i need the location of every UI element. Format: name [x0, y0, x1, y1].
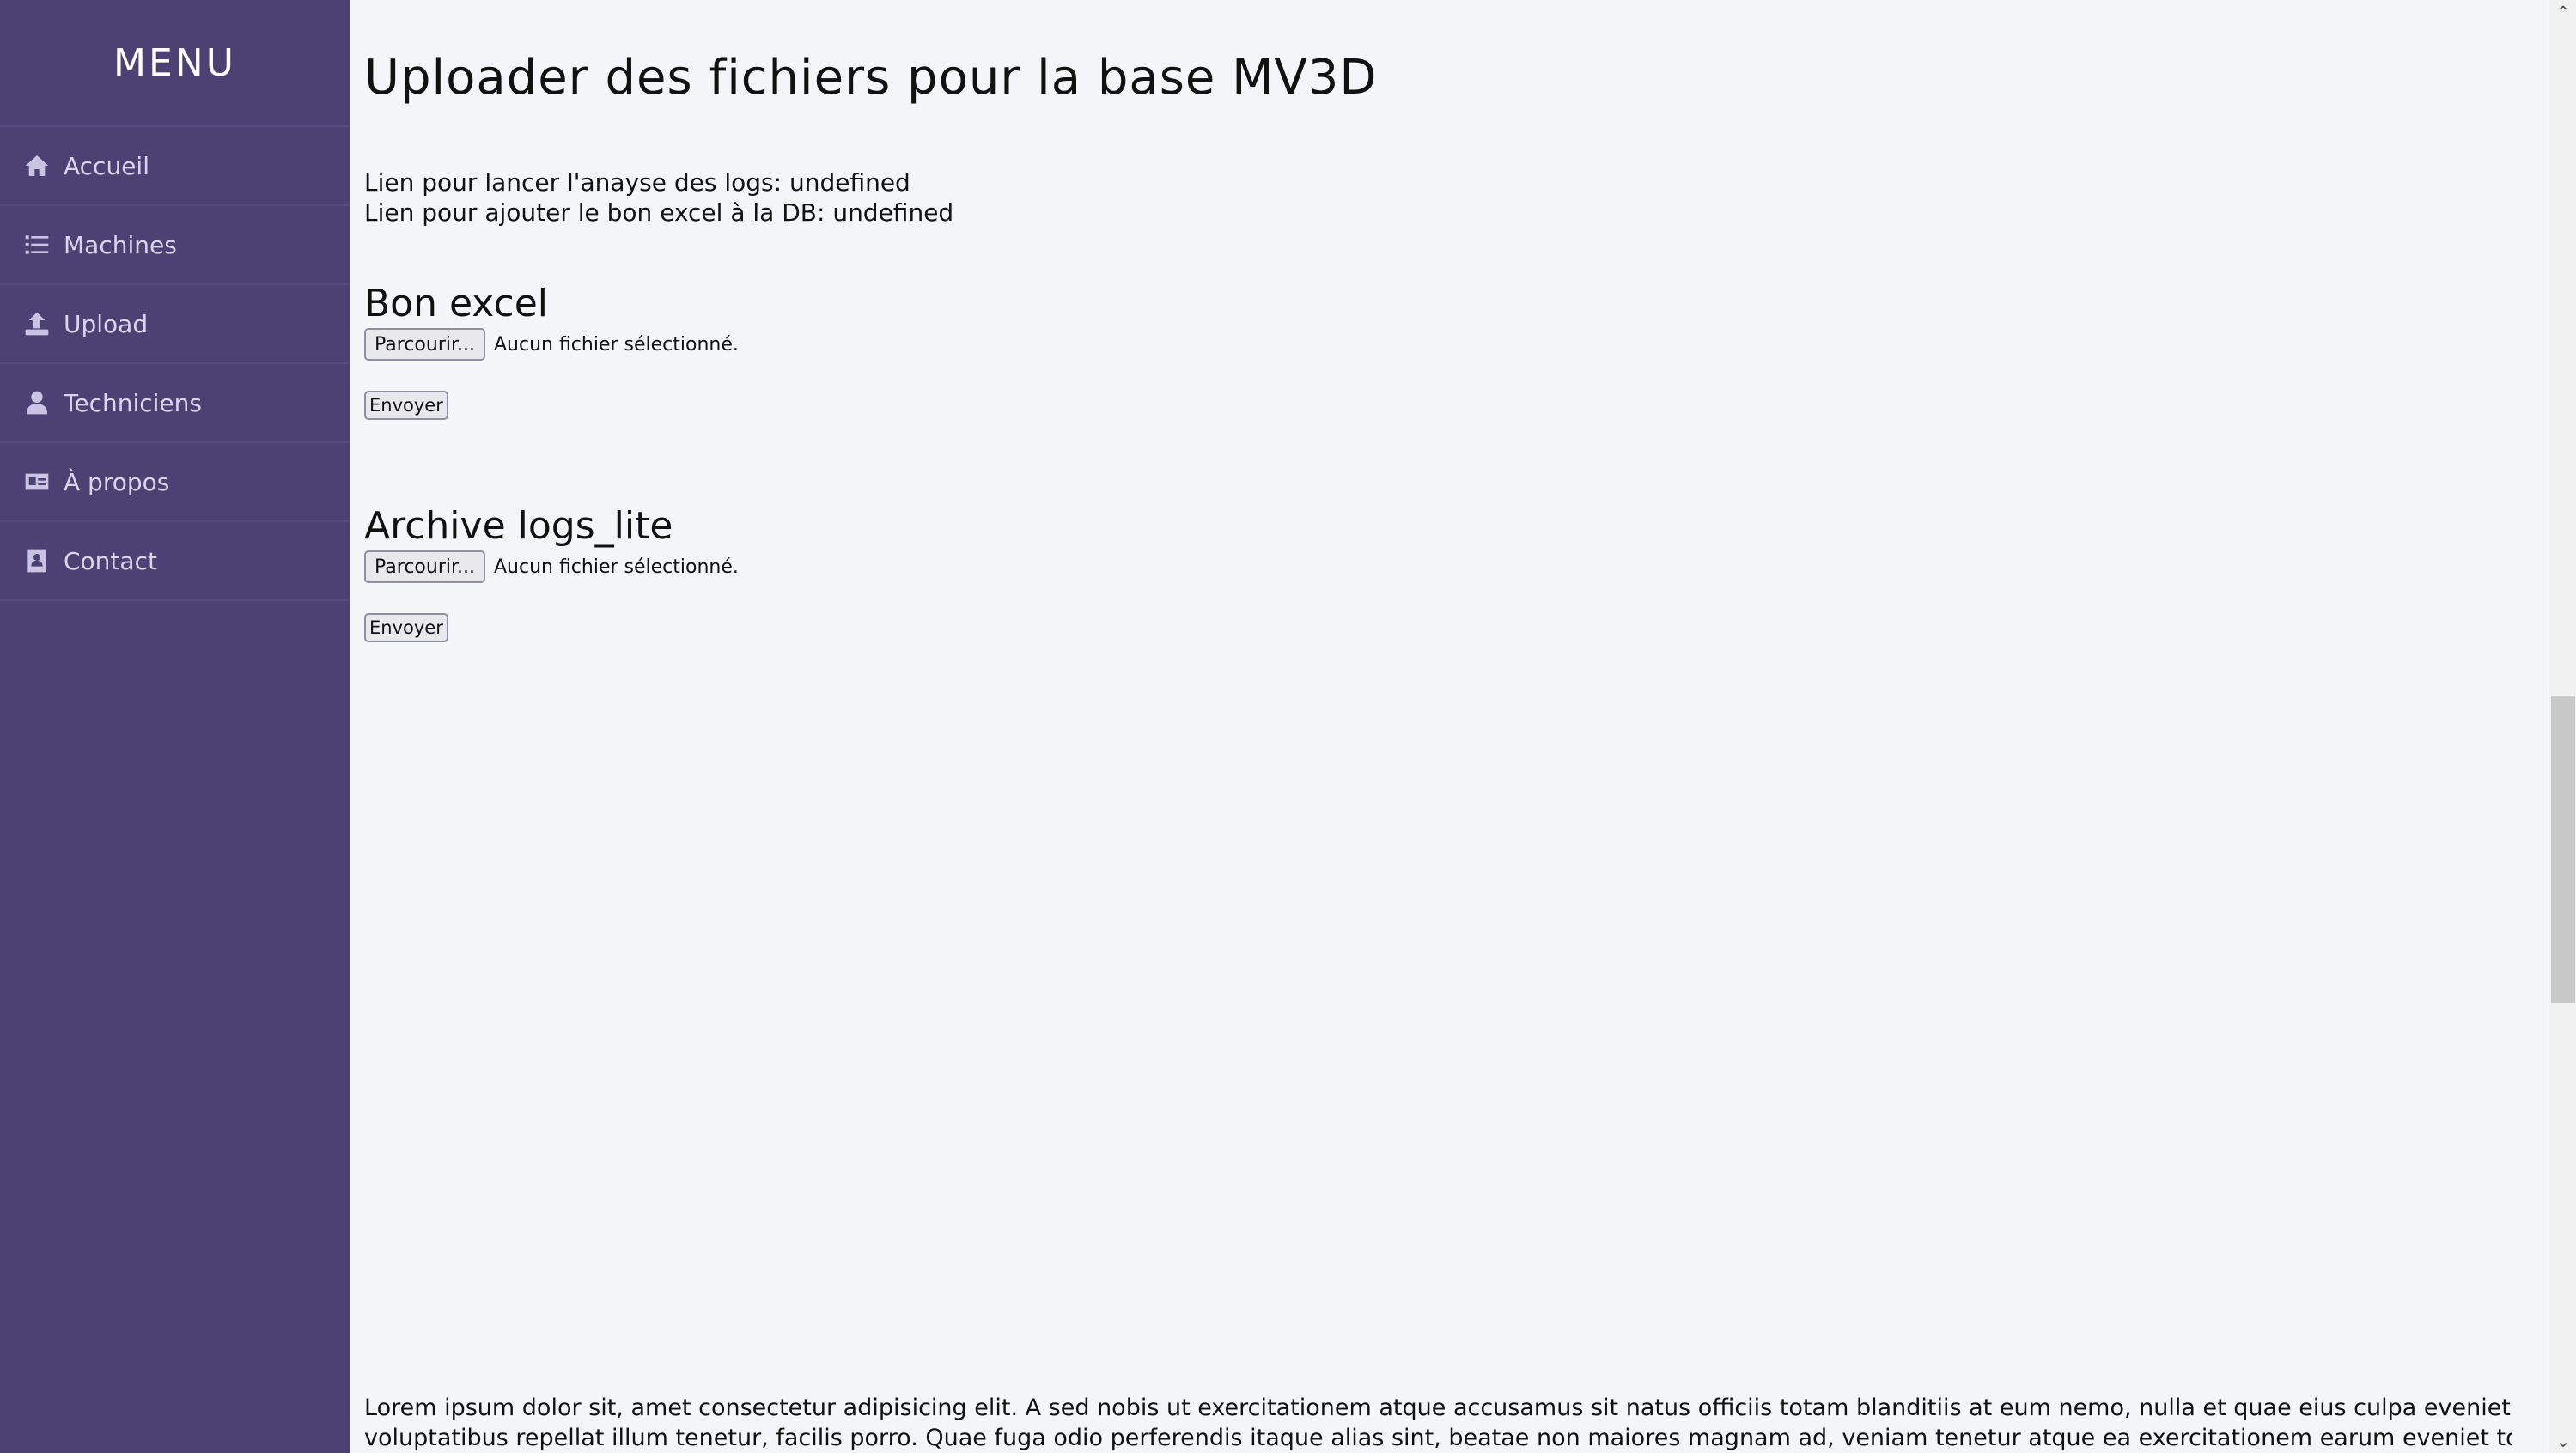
footer-line: voluptatibus repellat illum tenetur, fac… [364, 1425, 2512, 1451]
file-status: Aucun fichier sélectionné. [493, 556, 739, 578]
sidebar-item-label: Machines [64, 230, 177, 259]
submit-button-bon-excel[interactable]: Envoyer [364, 391, 448, 420]
home-icon [22, 151, 52, 180]
vertical-scrollbar[interactable]: ⌃ ⌄ [2549, 0, 2576, 1453]
footer-paragraph: Lorem ipsum dolor sit, amet consectetur … [364, 1393, 2512, 1453]
user-icon [22, 388, 52, 417]
submit-button-archive-logs[interactable]: Envoyer [364, 613, 448, 642]
sidebar-item-label: Accueil [64, 151, 149, 180]
sidebar-item-label: Techniciens [64, 388, 202, 417]
main-content: Uploader des fichiers pour la base MV3D … [364, 0, 2529, 1453]
list-icon [22, 230, 52, 259]
file-input-archive-logs[interactable]: Parcourir... Aucun fichier sélectionné. [364, 550, 739, 583]
sidebar-item-accueil[interactable]: Accueil [0, 127, 350, 206]
sidebar-item-a-propos[interactable]: À propos [0, 443, 350, 522]
info-line-excel-db: Lien pour ajouter le bon excel à la DB: … [364, 198, 954, 227]
id-card-icon [22, 467, 52, 496]
section-title-archive-logs: Archive logs_lite [364, 504, 673, 548]
browse-button[interactable]: Parcourir... [364, 550, 485, 583]
scroll-thumb[interactable] [2551, 696, 2575, 1003]
sidebar-item-label: Contact [64, 546, 157, 575]
menu-title: MENU [0, 0, 350, 127]
footer-line: Lorem ipsum dolor sit, amet consectetur … [364, 1395, 2511, 1421]
file-input-bon-excel[interactable]: Parcourir... Aucun fichier sélectionné. [364, 328, 739, 361]
file-status: Aucun fichier sélectionné. [493, 333, 739, 356]
sidebar-item-machines[interactable]: Machines [0, 206, 350, 285]
scroll-up-icon[interactable]: ⌃ [2549, 0, 2576, 24]
info-line-logs-analysis: Lien pour lancer l'anayse des logs: unde… [364, 168, 910, 197]
sidebar-item-contact[interactable]: Contact [0, 522, 350, 601]
section-title-bon-excel: Bon excel [364, 282, 549, 325]
sidebar-item-label: À propos [64, 467, 170, 496]
page-title: Uploader des fichiers pour la base MV3D [364, 50, 1378, 106]
browse-button[interactable]: Parcourir... [364, 328, 485, 361]
sidebar-item-label: Upload [64, 309, 149, 338]
sidebar-item-techniciens[interactable]: Techniciens [0, 364, 350, 443]
address-book-icon [22, 546, 52, 575]
scroll-down-icon[interactable]: ⌄ [2549, 1429, 2576, 1453]
sidebar: MENU Accueil Machines Upload Techniciens [0, 0, 350, 1453]
upload-icon [22, 309, 52, 338]
sidebar-item-upload[interactable]: Upload [0, 285, 350, 364]
